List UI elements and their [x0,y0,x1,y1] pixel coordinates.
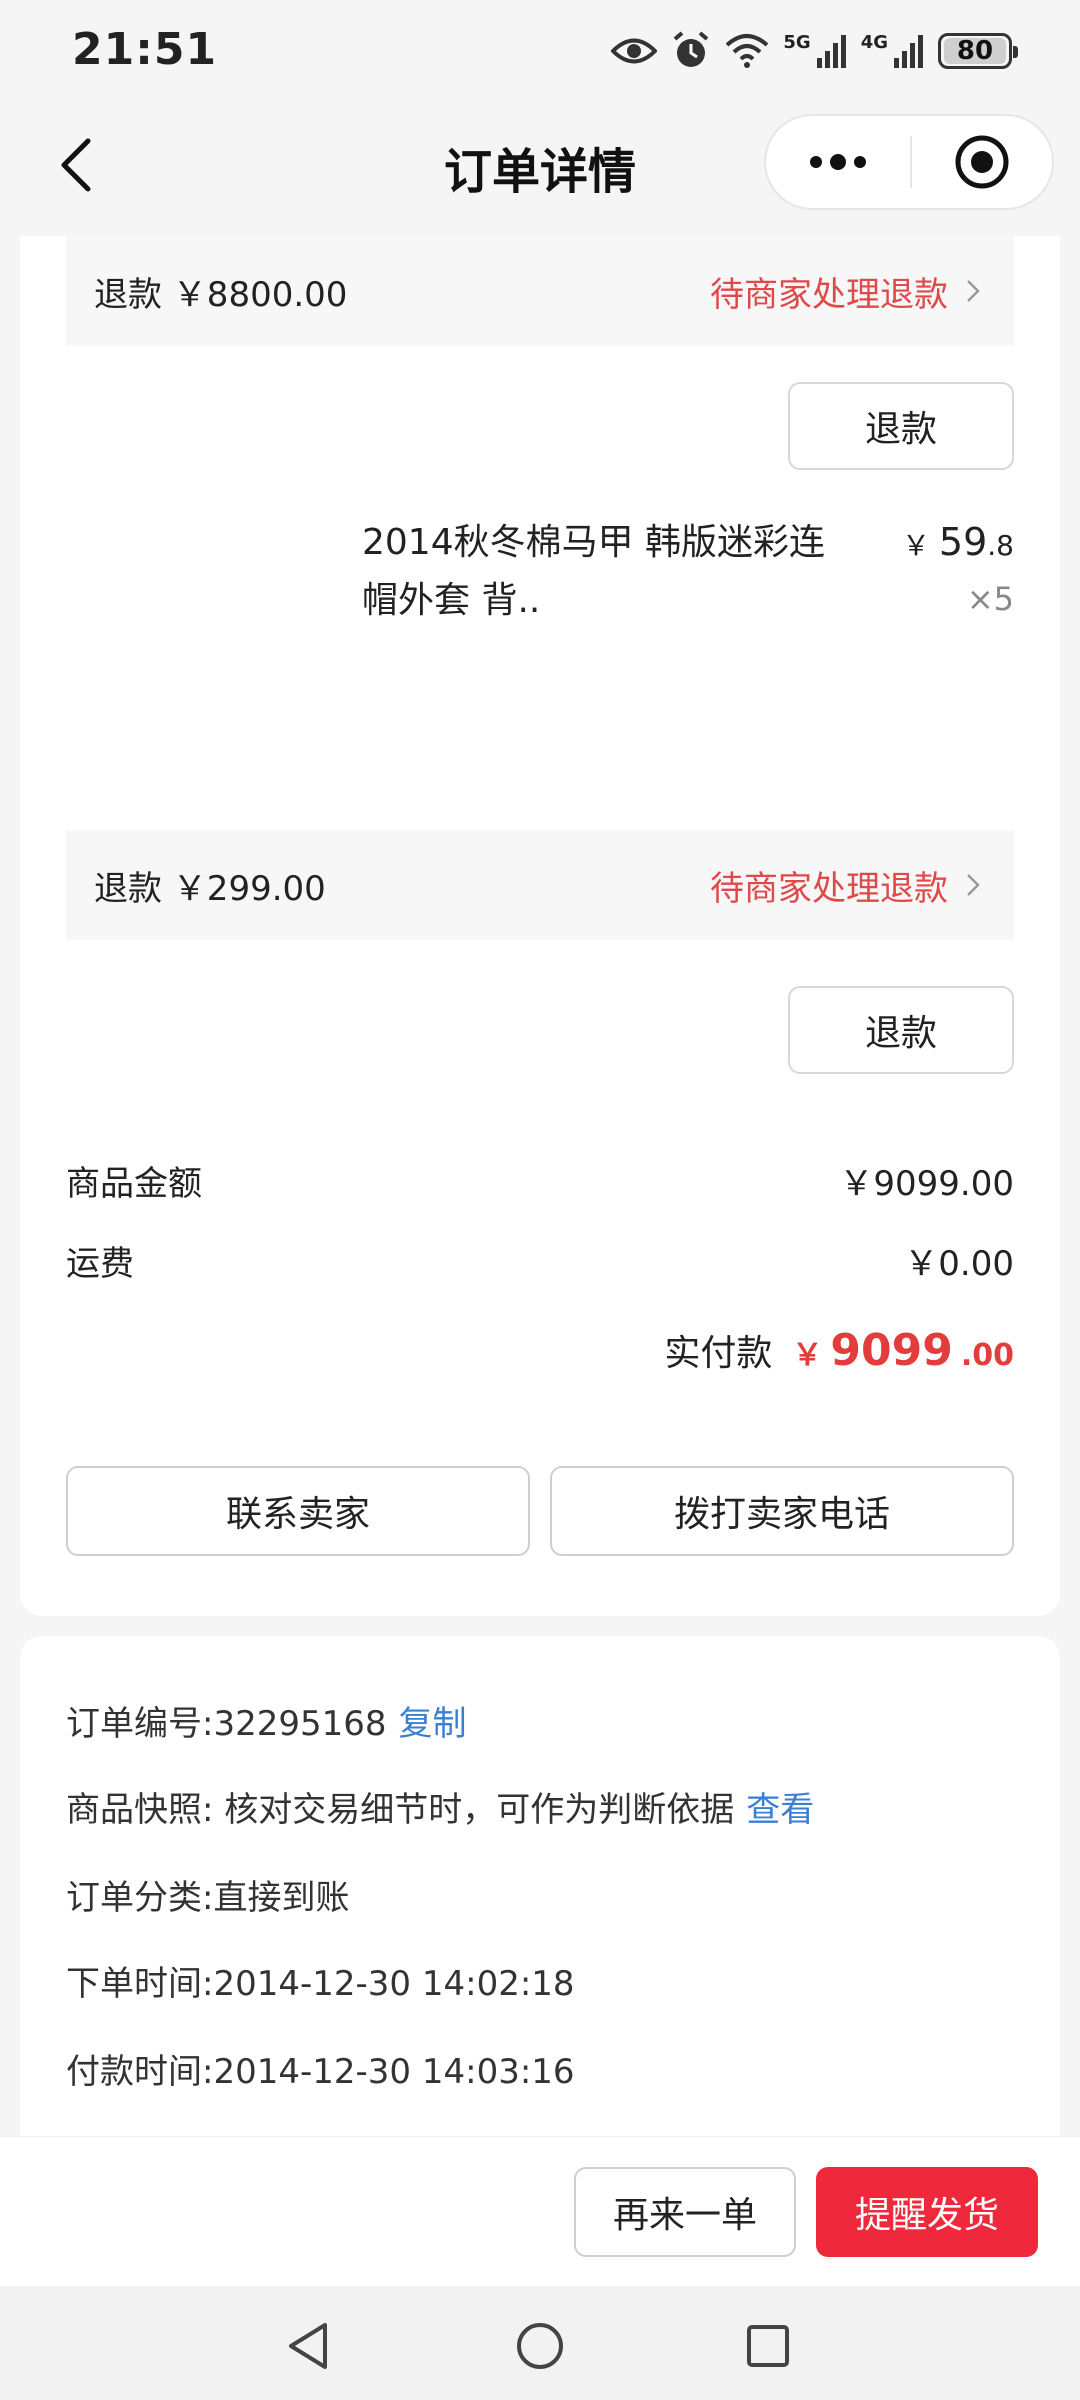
order-card: 退款 ￥8800.00 待商家处理退款 退款 2014秋冬棉马甲 韩版迷彩连帽外… [20,236,1060,1616]
order-time: 下单时间:2014-12-30 14:02:18 [66,1964,575,2004]
battery-level: 80 [944,36,1006,66]
mini-program-capsule [764,114,1054,210]
order-number: 订单编号:32295168 [66,1704,387,1744]
battery-icon: 80 [938,33,1018,69]
refund-status-bar[interactable]: 退款 ￥299.00 待商家处理退款 [66,830,1014,940]
copy-link[interactable]: 复制 [399,1704,467,1744]
system-navigation-bar [0,2286,1080,2400]
shipping-label: 运费 [66,1244,134,1284]
wifi-icon [726,34,769,68]
price-int: 59 [938,520,988,564]
paid-int: 9099 [830,1325,953,1376]
goods-amount-row: 商品金额 ￥9099.00 [66,1156,1014,1205]
status-icons: 5G 4G 80 [611,26,1018,76]
refund-status: 待商家处理退款 [710,267,980,316]
product-quantity: ×5 [966,580,1014,618]
remind-ship-button[interactable]: 提醒发货 [816,2167,1038,2257]
alarm-icon [674,31,709,67]
system-home-button[interactable] [510,2316,570,2376]
paid-label: 实付款 [664,1333,773,1374]
refund-button[interactable]: 退款 [788,382,1014,470]
refund-status-text: 待商家处理退款 [710,868,948,909]
bottom-action-bar: 再来一单 提醒发货 [0,2136,1080,2286]
order-number-row: 订单编号:32295168 复制 [66,1696,467,1745]
signal-icon-2 [894,35,923,68]
order-category: 订单分类:直接到账 [66,1878,350,1918]
square-recents-icon [747,2325,789,2367]
refund-status-text: 待商家处理退款 [710,274,948,315]
pay-time: 付款时间:2014-12-30 14:03:16 [66,2052,575,2092]
system-back-button[interactable] [278,2316,338,2376]
snapshot-text: 商品快照: 核对交易细节时，可作为判断依据 [66,1790,735,1830]
system-recents-button[interactable] [738,2316,798,2376]
circle-home-icon [517,2323,563,2369]
nav-bar: 订单详情 [0,100,1080,236]
network-4g-label: 4G [860,31,888,53]
product-price: ￥ 59.8 [902,520,1014,564]
contact-seller-button[interactable]: 联系卖家 [66,1466,530,1556]
goods-amount-label: 商品金额 [66,1164,202,1204]
signal-icon [816,35,846,68]
order-info-card: 订单编号:32295168 复制 商品快照: 核对交易细节时，可作为判断依据 查看 … [20,1636,1060,2136]
price-dec: .8 [987,529,1014,562]
reorder-button[interactable]: 再来一单 [574,2167,796,2257]
refund-amount: 退款 ￥8800.00 [94,274,348,315]
chevron-right-icon [967,874,980,896]
price-currency: ￥ [902,529,931,562]
snapshot-row: 商品快照: 核对交易细节时，可作为判断依据 查看 [66,1782,814,1831]
paid-total-row: 实付款 ￥ 9099.00 [664,1324,1014,1376]
refund-status: 待商家处理退款 [710,861,980,910]
shipping-value: ￥0.00 [904,1244,1014,1284]
network-5g-label: 5G [783,31,811,53]
call-seller-button[interactable]: 拨打卖家电话 [550,1466,1014,1556]
triangle-back-icon [289,2323,327,2369]
close-program-button[interactable] [912,116,1052,208]
status-time: 21:51 [72,24,218,75]
chevron-right-icon [967,280,980,302]
product-name[interactable]: 2014秋冬棉马甲 韩版迷彩连帽外套 背.. [362,514,842,630]
shipping-row: 运费 ￥0.00 [66,1236,1014,1285]
refund-button[interactable]: 退款 [788,986,1014,1074]
goods-amount-value: ￥9099.00 [839,1164,1014,1204]
paid-currency: ￥ [792,1338,823,1373]
view-snapshot-link[interactable]: 查看 [746,1790,814,1830]
refund-amount: 退款 ￥299.00 [94,868,326,909]
refund-status-bar[interactable]: 退款 ￥8800.00 待商家处理退款 [66,236,1014,346]
eye-icon [611,38,658,64]
more-button[interactable] [766,116,910,208]
more-dots-icon [810,154,866,170]
status-bar: 21:51 5G 4G 80 [0,0,1080,100]
paid-dec: .00 [960,1338,1014,1373]
target-icon [955,135,1009,189]
